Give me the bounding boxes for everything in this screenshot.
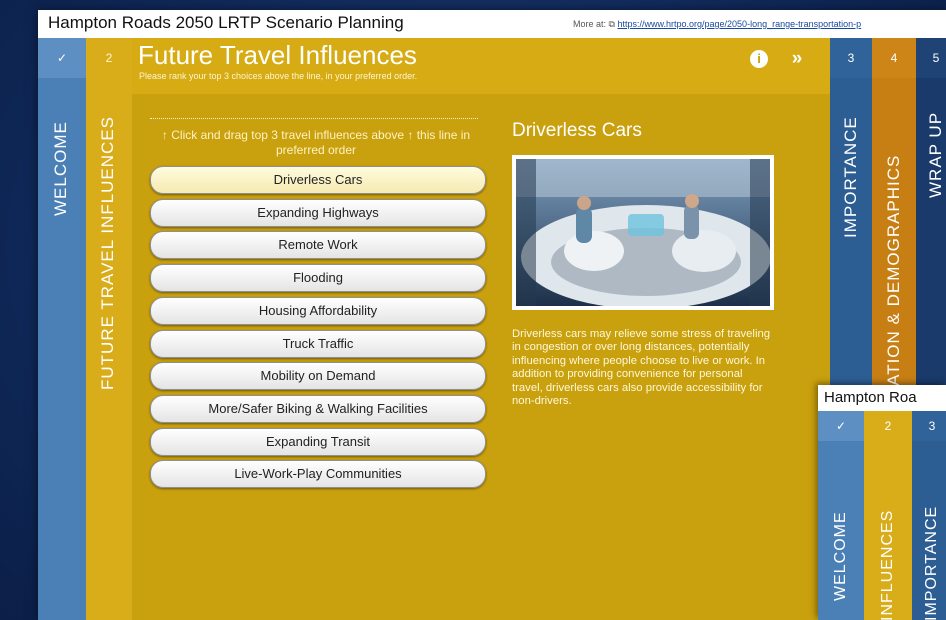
tab-welcome[interactable]: ✓ WELCOME [818,411,864,620]
tab-number: 3 [830,38,872,78]
panel-subtitle: Please rank your top 3 choices above the… [139,71,418,81]
driverless-car-image [512,155,774,310]
tab-number: 5 [916,38,946,78]
tab-future-travel-influences[interactable]: 2 FUTURE TRAVEL INFLUENCES [86,38,132,620]
chevron-double-right-icon[interactable]: » [786,48,808,70]
influence-item[interactable]: Expanding Transit [150,427,486,456]
secondary-window-title: Hampton Roa [824,389,917,406]
influence-item[interactable]: Remote Work [150,231,486,260]
influence-item[interactable]: More/Safer Biking & Walking Facilities [150,394,486,423]
check-icon: ✓ [38,38,86,78]
tab-importance[interactable]: 3 IMPORTANCE [912,411,946,620]
tab-importance-label: IMPORTANCE [841,116,860,238]
info-icon[interactable]: i [750,50,768,68]
tab-welcome-label: WELCOME [51,121,70,216]
check-icon: ✓ [818,411,864,441]
panel-header: Future Travel Influences Please rank you… [132,38,830,94]
app-title: Hampton Roads 2050 LRTP Scenario Plannin… [48,13,404,32]
tab-number: 2 [884,419,892,433]
detail-title: Driverless Cars [512,120,642,141]
external-link-icon: ⧉ [608,19,615,29]
tab-welcome[interactable]: ✓ WELCOME [38,38,86,620]
tab-number: 2 [86,38,132,78]
active-panel: Future Travel Influences Please rank you… [132,38,830,620]
more-at-link[interactable]: https://www.hrtpo.org/page/2050-long_ran… [617,19,861,29]
tab-importance-label: IMPORTANCE [923,505,940,620]
influence-item[interactable]: Mobility on Demand [150,362,486,391]
car-interior-illustration [516,159,770,306]
secondary-window: Hampton Roa ✓ WELCOME 2 INFLUENCES 3 IMP… [818,385,946,620]
more-at-label: More at: [573,19,607,29]
tab-influences[interactable]: 2 INFLUENCES [864,411,912,620]
tab-influences-label: INFLUENCES [879,509,896,620]
influence-item[interactable]: Housing Affordability [150,296,486,325]
tab-demographics-label: TATION & DEMOGRAPHICS [884,154,903,396]
influence-item[interactable]: Flooding [150,264,486,293]
tab-influences-label: FUTURE TRAVEL INFLUENCES [98,115,117,390]
title-bar: Hampton Roads 2050 LRTP Scenario Plannin… [38,10,946,38]
detail-description: Driverless cars may relieve some stress … [512,328,771,408]
secondary-panel-container: ✓ WELCOME 2 INFLUENCES 3 IMPORTANCE [818,411,946,620]
tab-wrap-up-label: WRAP UP [926,111,945,198]
panel-container: ✓ WELCOME 2 FUTURE TRAVEL INFLUENCES Fut… [38,38,946,620]
panel-title: Future Travel Influences [138,40,417,70]
tab-number: 4 [872,38,916,78]
tab-welcome-label: WELCOME [832,511,849,601]
influence-item[interactable]: Expanding Highways [150,198,486,227]
influence-item[interactable]: Driverless Cars [150,166,486,194]
rank-cutoff-line [150,118,478,119]
drag-instruction: ↑ Click and drag top 3 travel influences… [161,128,471,157]
more-at: More at: ⧉ https://www.hrtpo.org/page/20… [573,19,861,30]
tab-number: 3 [912,411,946,441]
influence-item[interactable]: Live-Work-Play Communities [150,460,486,489]
influence-item[interactable]: Truck Traffic [150,329,486,358]
main-window: Hampton Roads 2050 LRTP Scenario Plannin… [38,10,946,620]
